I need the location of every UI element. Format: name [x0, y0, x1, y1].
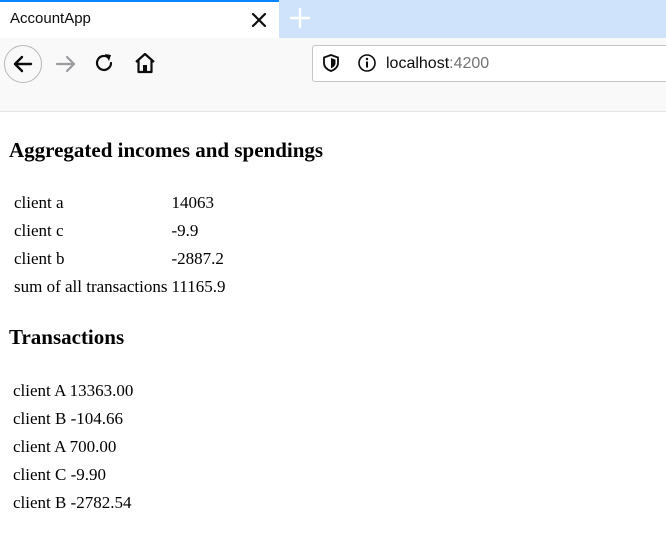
close-icon[interactable]: [248, 9, 270, 31]
client-label: client b: [14, 249, 65, 268]
table-row: sum of all transactions 11165.9: [13, 274, 226, 300]
list-item: client A 13363.00: [13, 381, 134, 400]
tab-accountapp[interactable]: AccountApp: [0, 0, 279, 38]
table-row: client c -9.9: [13, 218, 226, 244]
table-row: client b -2887.2: [13, 246, 226, 272]
url-text[interactable]: localhost:4200: [386, 55, 489, 73]
url-bar[interactable]: localhost:4200: [312, 45, 666, 82]
client-label: client a: [14, 193, 64, 212]
reload-icon[interactable]: [92, 51, 116, 75]
url-host: localhost: [386, 55, 450, 72]
sum-value: 11165.9: [171, 277, 226, 296]
shield-icon[interactable]: [321, 53, 341, 73]
client-value: -2887.2: [171, 249, 224, 268]
nav-bar: localhost:4200: [0, 38, 666, 112]
sum-label: sum of all transactions: [14, 277, 168, 296]
aggregated-table: client a 14063 client c -9.9 client b -2…: [11, 188, 228, 302]
client-value: -9.9: [171, 221, 199, 240]
list-item: client B -104.66: [13, 409, 124, 428]
tab-title: AccountApp: [10, 10, 91, 27]
transactions-list: client A 13363.00 client B -104.66 clien…: [13, 377, 133, 517]
transactions-heading: Transactions: [9, 325, 125, 349]
table-row: client a 14063: [13, 190, 226, 216]
forward-arrow-icon[interactable]: [54, 52, 78, 76]
client-value: 14063: [171, 193, 214, 212]
tab-strip: AccountApp: [0, 0, 666, 38]
home-icon[interactable]: [132, 50, 158, 76]
list-item: client A 700.00: [13, 437, 117, 456]
back-button[interactable]: [4, 45, 42, 83]
client-label: client c: [14, 221, 64, 240]
list-item: client C -9.90: [13, 465, 107, 484]
plus-icon[interactable]: [288, 6, 312, 30]
list-item: client B -2782.54: [13, 493, 132, 512]
aggregated-heading: Aggregated incomes and spendings: [9, 138, 324, 162]
info-icon[interactable]: [357, 53, 377, 73]
url-port: :4200: [449, 55, 490, 72]
